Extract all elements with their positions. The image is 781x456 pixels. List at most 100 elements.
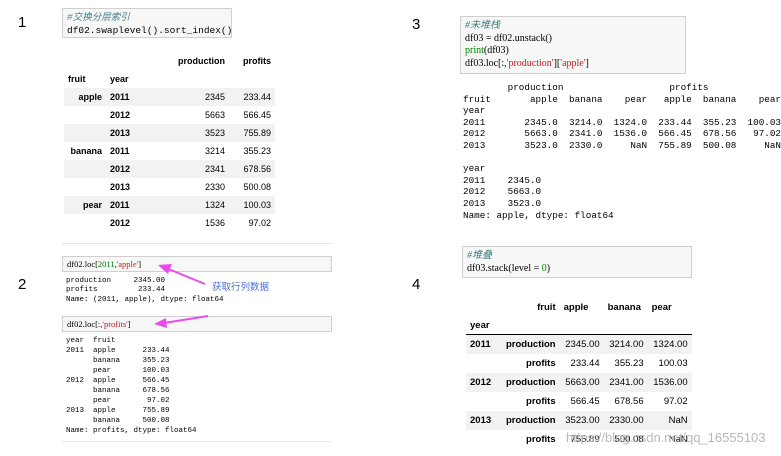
index-year: 2012 [466, 373, 502, 392]
cell-pear: NaN [647, 411, 692, 430]
index-name: year [110, 74, 129, 84]
column-header: banana [607, 301, 641, 313]
code-string: 'apple' [560, 57, 586, 69]
index-year: 2012 [106, 160, 158, 178]
index-year [466, 354, 502, 373]
cell-profits: 755.89 [229, 124, 275, 142]
code-string: 'production' [506, 57, 554, 69]
code-function: print [465, 45, 484, 56]
index-year: 2011 [466, 334, 502, 354]
cell-production: 1536 [204, 218, 225, 228]
code-cell-unstack[interactable]: #未堆栈 df03 = df02.unstack() print(df03) d… [460, 16, 686, 74]
table-row: 2012 2341 678.56 [64, 160, 275, 178]
code-comment: #堆叠 [467, 250, 492, 261]
code-cell-swaplevel[interactable]: #交换分层索引 df02.swaplevel().sort_index() [62, 8, 232, 38]
cell-pear: 1324.00 [647, 334, 692, 354]
quadrant-number-1: 1 [18, 14, 27, 31]
cell-apple: 566.45 [570, 396, 600, 407]
code-line: df02.swaplevel().sort_index() [67, 25, 233, 36]
cell-banana: 355.23 [614, 358, 644, 369]
cell-apple: 3523.00 [559, 411, 604, 430]
index-year: 2013 [466, 411, 502, 430]
code-comment: #未堆栈 [465, 20, 500, 31]
cell-banana: 2330.00 [603, 411, 648, 430]
code-string: 'profits' [102, 319, 128, 329]
table-row: profits 233.44 355.23 100.03 [466, 354, 692, 373]
cell-profits: 678.56 [229, 160, 275, 178]
table-row: 2012 production 5663.00 2341.00 1536.00 [466, 373, 692, 392]
code-text: (df03) [483, 45, 509, 56]
cell-pear: 97.02 [663, 396, 688, 407]
cell-production: 5663 [204, 110, 225, 120]
code-text: df02.loc[ [67, 259, 98, 269]
table-row: 2012 5663 566.45 [64, 106, 275, 124]
table-row: pear 2011 1324 100.03 [64, 196, 275, 214]
table-row: 2013 production 3523.00 2330.00 NaN [466, 411, 692, 430]
cell-production: 2330 [204, 182, 225, 192]
cell-apple: 233.44 [570, 358, 600, 369]
cell-profits: 500.08 [243, 182, 271, 192]
index-level: production [502, 373, 560, 392]
cell-pear: 1536.00 [647, 373, 692, 392]
index-level: production [502, 411, 560, 430]
index-fruit: banana [70, 146, 102, 156]
index-year: 2012 [110, 218, 131, 228]
cell-apple: 2345.00 [559, 334, 604, 354]
cell-banana: 678.56 [614, 396, 644, 407]
output-loc-column: year fruit 2011 apple 233.44 banana 355.… [66, 337, 197, 435]
cell-banana: 2341.00 [603, 373, 648, 392]
code-cell-stack[interactable]: #堆叠 df03.stack(level = 0) [462, 246, 692, 278]
code-text: ] [585, 57, 589, 69]
cell-production: 2341 [158, 160, 229, 178]
table-row: 2012 1536 97.02 [64, 214, 275, 232]
code-text: ] [138, 259, 142, 269]
dataframe-swaplevel: production profits fruit year apple 2011 2… [64, 52, 275, 232]
index-fruit [64, 178, 106, 196]
cell-production: 3214 [204, 146, 225, 156]
code-line: df03.stack(level = 0) [467, 263, 687, 276]
watermark: https://blog.csdn.net/qq_16555103 [566, 430, 766, 445]
column-header: production [178, 56, 225, 66]
index-year [466, 430, 502, 449]
dataframe-stack: fruit apple banana pear year 2011 production 23… [466, 298, 692, 449]
index-year: 2013 [106, 124, 158, 142]
code-text: df02.loc[:, [67, 319, 103, 329]
cell-profits: 566.45 [243, 110, 271, 120]
column-axis-name: fruit [537, 301, 556, 313]
index-level: profits [526, 396, 556, 407]
code-string: 'apple' [116, 259, 139, 269]
index-year: 2012 [110, 110, 131, 120]
index-name: fruit [68, 74, 86, 84]
index-level: profits [526, 434, 556, 445]
cell-profits: 355.23 [243, 146, 271, 156]
index-fruit [64, 106, 106, 124]
index-year: 2011 [106, 88, 158, 106]
table-row: apple 2011 2345 233.44 [64, 88, 275, 106]
output-loc-row: production 2345.00 profits 233.44 Name: … [66, 277, 224, 304]
table-row: profits 566.45 678.56 97.02 [466, 392, 692, 411]
code-text: ] [127, 319, 131, 329]
index-fruit: apple [64, 88, 106, 106]
quadrant-number-3: 3 [412, 16, 421, 33]
cell-production: 2345 [158, 88, 229, 106]
index-name: year [470, 319, 490, 331]
code-text: df03.stack(level = [467, 262, 542, 274]
table-row: banana 2011 3214 355.23 [64, 142, 275, 160]
cell-profits: 233.44 [229, 88, 275, 106]
code-number: 2011 [97, 259, 115, 269]
column-header: profits [243, 56, 271, 66]
table-row: 2013 2330 500.08 [64, 178, 275, 196]
table-row: 2013 3523 755.89 [64, 124, 275, 142]
cell-production: 1324 [158, 196, 229, 214]
code-comment: #交换分层索引 [67, 12, 130, 23]
column-header: apple [563, 301, 589, 313]
index-year: 2011 [110, 146, 130, 156]
index-year: 2013 [110, 182, 131, 192]
cell-pear: 100.03 [658, 358, 688, 369]
code-line: df03.loc[:,'production']['apple'] [465, 58, 681, 71]
quadrant-number-2: 2 [18, 276, 27, 293]
index-level: profits [526, 358, 556, 369]
index-fruit [64, 124, 106, 142]
cell-banana: 3214.00 [603, 334, 648, 354]
index-fruit [64, 160, 106, 178]
